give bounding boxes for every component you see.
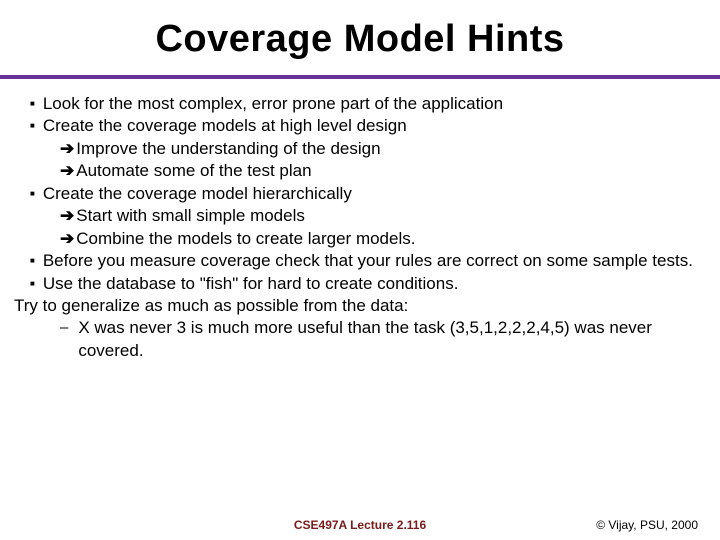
bullet-text: Look for the most complex, error prone p… [43, 93, 503, 115]
plain-line: Try to generalize as much as possible fr… [14, 295, 706, 317]
arrow-icon: ➔ [60, 228, 74, 250]
bullet-text: Use the database to "fish" for hard to c… [43, 273, 459, 295]
bullet-item: ■ Before you measure coverage check that… [14, 250, 706, 272]
sub-bullet-text: Start with small simple models [76, 205, 305, 227]
bullet-item: ■ Create the coverage model hierarchical… [14, 183, 706, 205]
slide-content: ■ Look for the most complex, error prone… [0, 93, 720, 362]
slide: Coverage Model Hints ■ Look for the most… [0, 0, 720, 540]
dash-bullet-text: X was never 3 is much more useful than t… [78, 317, 706, 362]
plain-text: Try to generalize as much as possible fr… [14, 296, 408, 315]
sub-bullet-text: Improve the understanding of the design [76, 138, 380, 160]
bullet-text: Create the coverage model hierarchically [43, 183, 352, 205]
bullet-text: Before you measure coverage check that y… [43, 250, 693, 272]
bullet-text: Create the coverage models at high level… [43, 115, 407, 137]
arrow-icon: ➔ [60, 160, 74, 182]
sub-bullet-text: Combine the models to create larger mode… [76, 228, 415, 250]
slide-title: Coverage Model Hints [0, 0, 720, 75]
footer-center-text: CSE497A Lecture 2.116 [294, 518, 426, 532]
sub-bullet-item: ➔ Improve the understanding of the desig… [14, 138, 706, 160]
square-bullet-icon: ■ [30, 115, 35, 137]
bullet-item: ■ Look for the most complex, error prone… [14, 93, 706, 115]
square-bullet-icon: ■ [30, 183, 35, 205]
square-bullet-icon: ■ [30, 93, 35, 115]
horizontal-rule [0, 75, 720, 79]
square-bullet-icon: ■ [30, 250, 35, 272]
arrow-icon: ➔ [60, 205, 74, 227]
bullet-item: ■ Use the database to "fish" for hard to… [14, 273, 706, 295]
dash-bullet-item: – X was never 3 is much more useful than… [14, 317, 706, 362]
footer-right-text: © Vijay, PSU, 2000 [596, 518, 698, 532]
dash-icon: – [60, 317, 68, 339]
sub-bullet-item: ➔ Combine the models to create larger mo… [14, 228, 706, 250]
sub-bullet-text: Automate some of the test plan [76, 160, 311, 182]
sub-bullet-item: ➔ Start with small simple models [14, 205, 706, 227]
sub-bullet-item: ➔ Automate some of the test plan [14, 160, 706, 182]
arrow-icon: ➔ [60, 138, 74, 160]
square-bullet-icon: ■ [30, 273, 35, 295]
bullet-item: ■ Create the coverage models at high lev… [14, 115, 706, 137]
